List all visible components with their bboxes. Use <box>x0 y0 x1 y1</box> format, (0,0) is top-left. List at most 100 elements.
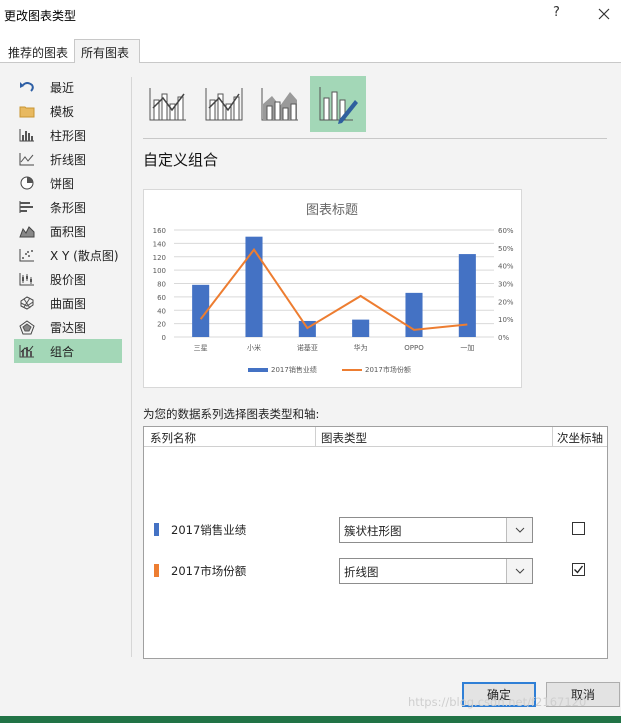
legend-label: 2017销售业绩 <box>271 365 317 374</box>
scatter-chart-icon <box>18 247 36 263</box>
custom-combo-icon <box>319 87 358 124</box>
sidebar-item-line[interactable]: 折线图 <box>14 147 122 171</box>
chart-preview-svg: 图表标题 0 20 40 60 80 100 120 140 160 0% 10% 20% 30% 40%… <box>153 203 514 374</box>
secondary-axis-checkbox[interactable] <box>572 522 585 535</box>
line-chart-icon <box>18 151 36 167</box>
watermark: https://blog.csdn.net/f2167120 <box>408 695 587 709</box>
y-tick-label: 0 <box>162 334 166 342</box>
section-title: 自定义组合 <box>143 151 219 169</box>
chevron-down-icon <box>515 527 524 533</box>
sidebar-item-area[interactable]: 面积图 <box>14 219 122 243</box>
x-tick-label: 诺基亚 <box>297 343 318 352</box>
dialog-body: 最近 模板 柱形图 折线图 饼图 条形图 面积图 X Y (散点图) 股价图 曲… <box>0 63 621 671</box>
combo-subtype-column-line[interactable] <box>140 76 196 132</box>
col-header-chart-type: 图表类型 <box>321 431 367 445</box>
chart-preview: 图表标题 0 20 40 60 80 100 120 140 160 0% 10% 20% 30% 40%… <box>143 189 522 388</box>
chart-type-value: 簇状柱形图 <box>344 524 402 538</box>
combo-subtype-custom[interactable] <box>310 76 366 132</box>
x-tick-label: 一加 <box>460 343 474 352</box>
y-tick-label: 60 <box>157 294 166 302</box>
sidebar-item-label: 柱形图 <box>50 128 87 143</box>
sidebar-item-label: 饼图 <box>50 176 75 191</box>
help-button[interactable]: ? <box>553 5 560 20</box>
sidebar-divider <box>131 77 132 657</box>
sidebar-item-label: 曲面图 <box>50 296 87 311</box>
x-tick-label: 小米 <box>247 343 261 352</box>
sidebar-item-label: 最近 <box>50 80 75 95</box>
series-name: 2017销售业绩 <box>171 523 247 537</box>
series-name: 2017市场份额 <box>171 564 247 578</box>
series-line <box>199 247 468 331</box>
column-line-combo-icon <box>149 88 186 121</box>
sidebar-item-label: 组合 <box>50 344 75 359</box>
sidebar-item-recent[interactable]: 最近 <box>14 75 122 99</box>
series-color-marker <box>154 564 159 577</box>
folder-icon <box>18 103 36 119</box>
y2-tick-label: 0% <box>498 334 509 342</box>
secondary-axis-checkbox[interactable] <box>572 563 585 576</box>
y-tick-label: 40 <box>157 307 166 315</box>
chart-type-dropdown[interactable]: 折线图 <box>339 558 533 584</box>
dropdown-button[interactable] <box>506 559 532 583</box>
dropdown-button[interactable] <box>506 518 532 542</box>
close-button[interactable] <box>593 1 615 27</box>
y2-tick-label: 60% <box>498 227 514 235</box>
sidebar-item-label: 雷达图 <box>50 320 87 335</box>
series-grid-header: 系列名称 图表类型 次坐标轴 <box>144 427 607 447</box>
sidebar-item-radar[interactable]: 雷达图 <box>14 315 122 339</box>
surface-chart-icon <box>18 295 36 311</box>
sidebar-item-bar[interactable]: 条形图 <box>14 195 122 219</box>
y-tick-label: 160 <box>153 227 166 235</box>
area-chart-icon <box>18 223 36 239</box>
y2-tick-label: 40% <box>498 263 514 271</box>
series-color-marker <box>154 523 159 536</box>
tab-recommended-charts[interactable]: 推荐的图表 <box>2 41 74 63</box>
sidebar-item-label: X Y (散点图) <box>50 248 119 263</box>
sidebar-item-label: 条形图 <box>50 200 87 215</box>
sidebar-item-pie[interactable]: 饼图 <box>14 171 122 195</box>
gallery-divider <box>143 138 607 139</box>
y2-tick-label: 10% <box>498 316 514 324</box>
col-header-series-name: 系列名称 <box>150 431 196 445</box>
tab-all-charts[interactable]: 所有图表 <box>74 39 140 64</box>
series-row-sales: 2017销售业绩 簇状柱形图 <box>144 510 607 550</box>
column-line-secondary-axis-icon <box>205 88 243 121</box>
radar-chart-icon <box>18 319 36 335</box>
sidebar-item-combo[interactable]: 组合 <box>14 339 122 363</box>
sidebar-item-column[interactable]: 柱形图 <box>14 123 122 147</box>
sidebar-item-surface[interactable]: 曲面图 <box>14 291 122 315</box>
series-grid: 系列名称 图表类型 次坐标轴 2017销售业绩 簇状柱形图 2017市场份额 折… <box>143 426 608 659</box>
x-tick-label: 三星 <box>194 344 208 352</box>
chart-type-value: 折线图 <box>344 565 379 579</box>
bar <box>245 236 263 337</box>
y2-tick-label: 30% <box>498 281 514 289</box>
col-header-secondary-axis: 次坐标轴 <box>557 431 603 445</box>
x-tick-label: 华为 <box>354 343 368 352</box>
excel-status-strip <box>0 716 621 723</box>
y2-tick-label: 20% <box>498 298 514 306</box>
series-assign-label: 为您的数据系列选择图表类型和轴: <box>143 407 320 421</box>
pie-chart-icon <box>18 175 36 191</box>
y-tick-label: 140 <box>153 240 166 248</box>
combo-chart-icon <box>18 343 36 359</box>
stacked-area-column-icon <box>261 88 298 121</box>
column-separator <box>552 427 553 446</box>
checkmark-icon <box>574 565 584 574</box>
y2-tick-label: 50% <box>498 245 514 253</box>
combo-subtype-area-column[interactable] <box>252 76 308 132</box>
undo-arrow-icon <box>18 79 36 95</box>
column-separator <box>315 427 316 446</box>
sidebar-item-stock[interactable]: 股价图 <box>14 267 122 291</box>
bar-chart-icon <box>18 199 36 215</box>
sidebar-item-templates[interactable]: 模板 <box>14 99 122 123</box>
chart-title: 图表标题 <box>306 203 358 218</box>
chart-type-dropdown[interactable]: 簇状柱形图 <box>339 517 533 543</box>
combo-subtype-column-line-secondary[interactable] <box>196 76 252 132</box>
chevron-down-icon <box>515 568 524 574</box>
bar <box>352 319 370 337</box>
series-row-share: 2017市场份额 折线图 <box>144 551 607 591</box>
column-chart-icon <box>18 127 36 143</box>
x-tick-label: OPPO <box>404 344 424 352</box>
y-tick-label: 20 <box>157 321 166 329</box>
sidebar-item-scatter[interactable]: X Y (散点图) <box>14 243 122 267</box>
